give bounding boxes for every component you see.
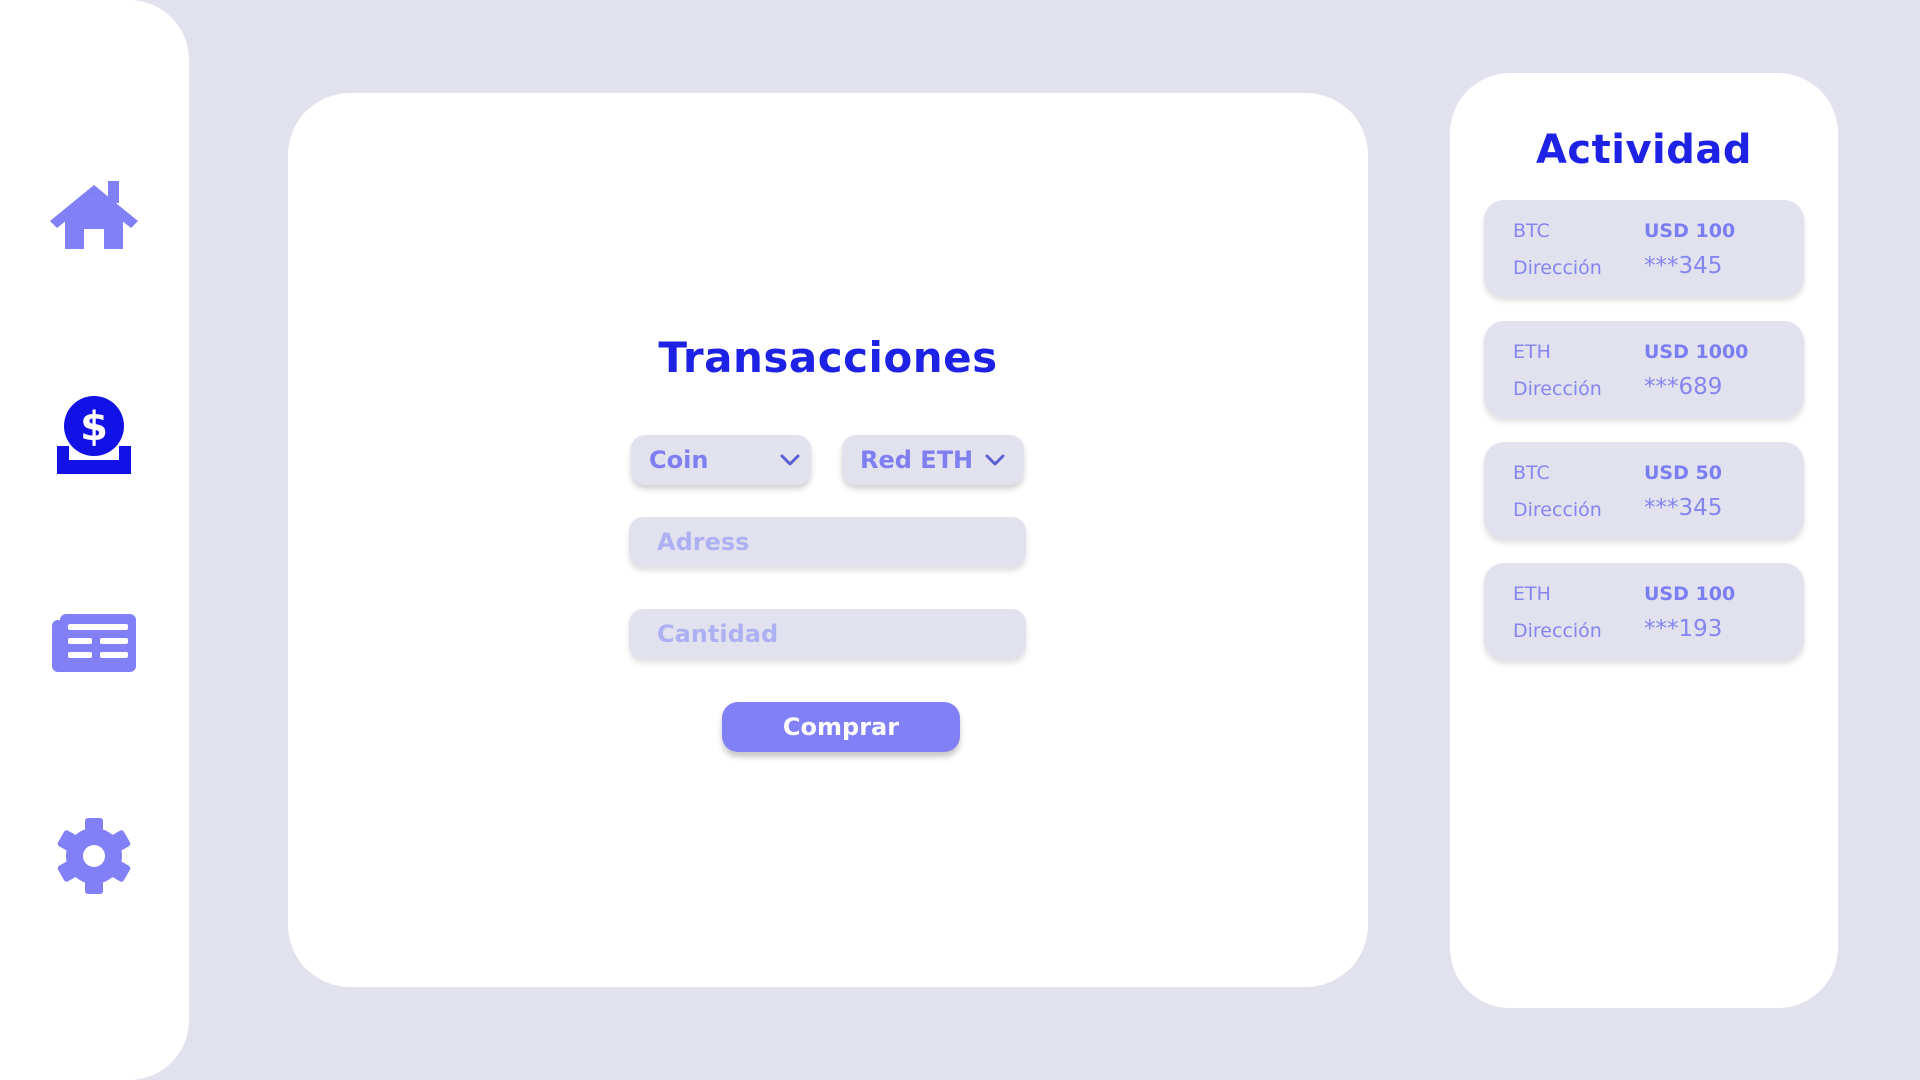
activity-address: ***689 [1644, 374, 1723, 400]
activity-title: Actividad [1535, 127, 1753, 173]
activity-coin: ETH [1513, 341, 1551, 363]
activity-item[interactable]: BTC USD 100 Dirección ***345 [1484, 200, 1804, 297]
coin-select-label: Coin [649, 446, 709, 474]
activity-address-label: Dirección [1513, 620, 1602, 642]
activity-address: ***193 [1644, 616, 1723, 642]
activity-amount: USD 100 [1644, 583, 1736, 605]
gear-icon [57, 818, 131, 894]
home-icon [50, 181, 138, 249]
transaction-card: Transacciones Coin Red ETH Comprar [288, 93, 1368, 987]
activity-amount: USD 50 [1644, 462, 1722, 484]
svg-text:$: $ [80, 404, 108, 450]
network-select[interactable]: Red ETH [842, 435, 1024, 485]
sidebar-item-news[interactable] [48, 598, 140, 690]
activity-amount: USD 1000 [1644, 341, 1749, 363]
sidebar-item-transactions[interactable]: $ [48, 389, 140, 481]
activity-item[interactable]: ETH USD 1000 Dirección ***689 [1484, 321, 1804, 418]
coin-select[interactable]: Coin [631, 435, 811, 485]
sidebar-item-settings[interactable] [48, 810, 140, 902]
sidebar-item-home[interactable] [48, 172, 140, 264]
activity-item[interactable]: BTC USD 50 Dirección ***345 [1484, 442, 1804, 539]
network-select-label: Red ETH [860, 446, 974, 474]
activity-coin: ETH [1513, 583, 1551, 605]
activity-coin: BTC [1513, 462, 1550, 484]
sidebar: $ [0, 0, 189, 1080]
activity-panel: Actividad BTC USD 100 Dirección ***345 E… [1450, 73, 1838, 1008]
activity-coin: BTC [1513, 220, 1550, 242]
buy-button[interactable]: Comprar [722, 702, 960, 752]
chevron-down-icon [985, 454, 1005, 466]
activity-address-label: Dirección [1513, 257, 1602, 279]
activity-address-label: Dirección [1513, 378, 1602, 400]
activity-amount: USD 100 [1644, 220, 1736, 242]
address-input[interactable] [629, 517, 1026, 567]
page-title: Transacciones [658, 333, 998, 382]
activity-address-label: Dirección [1513, 499, 1602, 521]
activity-item[interactable]: ETH USD 100 Dirección ***193 [1484, 563, 1804, 660]
amount-input[interactable] [629, 609, 1026, 659]
chevron-down-icon [780, 454, 800, 466]
coin-deposit-icon: $ [57, 396, 131, 474]
activity-address: ***345 [1644, 253, 1723, 279]
activity-address: ***345 [1644, 495, 1723, 521]
news-icon [52, 614, 136, 672]
